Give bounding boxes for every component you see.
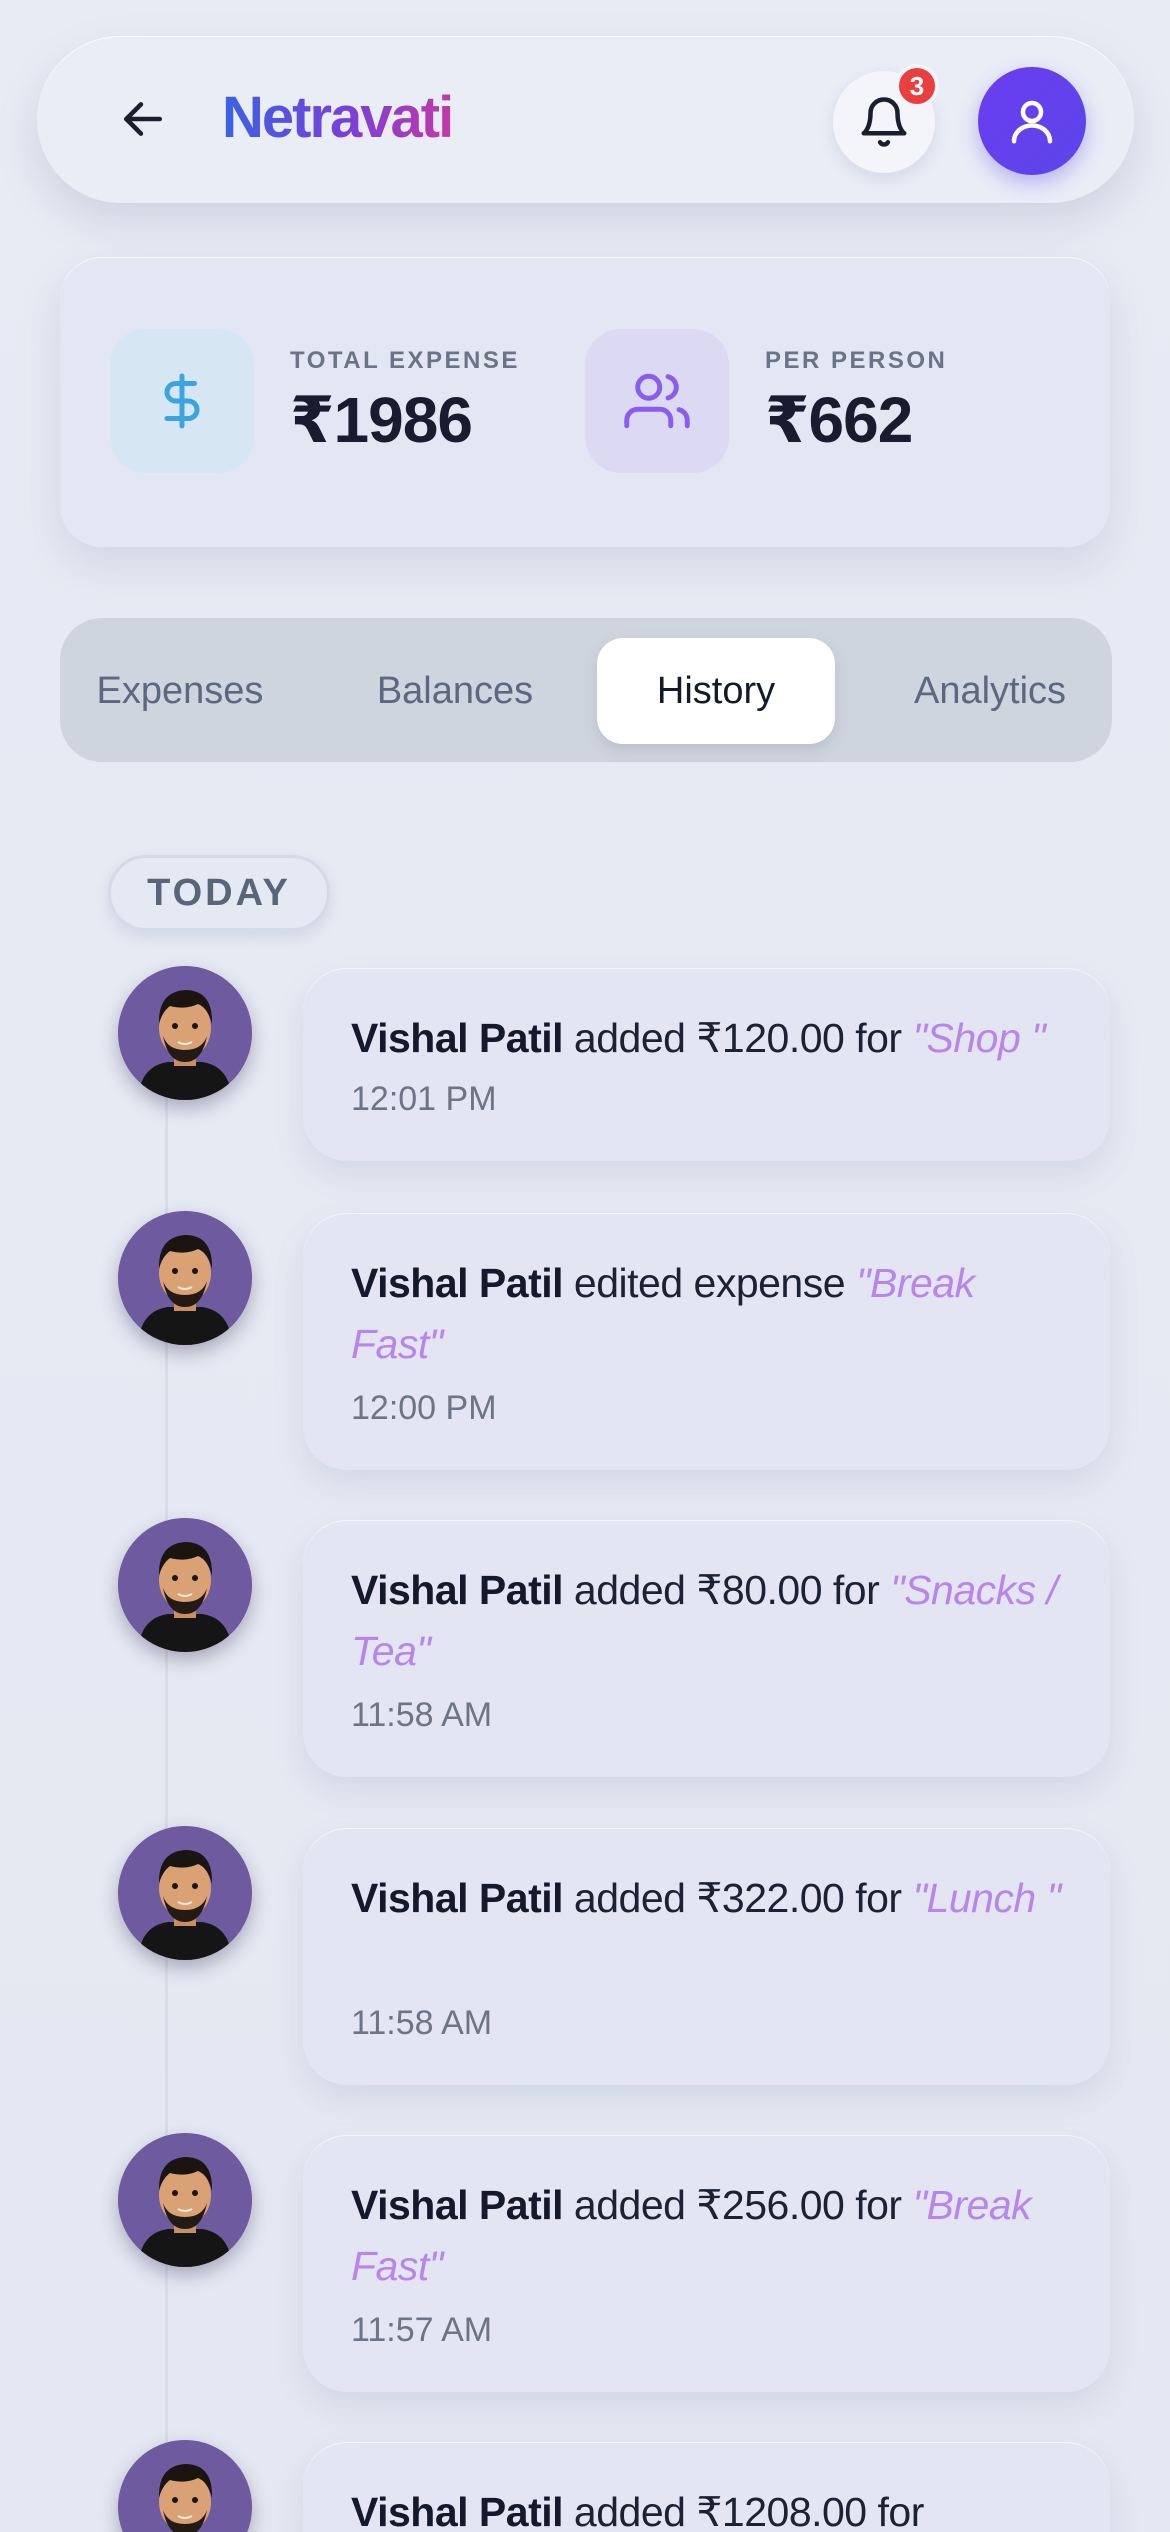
user-avatar [118,966,252,1100]
tab-expenses[interactable]: Expenses [80,638,280,744]
entry-text: Vishal Patil added ₹256.00 for "Break Fa… [351,2175,1071,2297]
user-icon [1011,100,1053,144]
per-person-label: PER PERSON [765,347,948,374]
entry-time: 11:58 AM [351,1696,493,1734]
entry-action: added ₹120.00 for [573,1015,902,1061]
entry-text: Vishal Patil added ₹80.00 for "Snacks / … [351,1560,1071,1682]
group-title: Netravati [222,85,454,150]
entry-text: Vishal Patil edited expense "Break Fast" [351,1253,1071,1375]
per-person-value: ₹662 [765,384,913,456]
history-entry[interactable]: Vishal Patil added ₹256.00 for "Break Fa… [303,2135,1110,2392]
arrow-left-icon [124,102,162,136]
entry-user: Vishal Patil [351,1875,564,1921]
back-button[interactable] [107,83,179,155]
entry-item: "Shop " [912,1015,1046,1061]
user-avatar [118,2133,252,2267]
history-entry[interactable]: Vishal Patil added ₹120.00 for "Shop " 1… [303,968,1110,1161]
entry-user: Vishal Patil [351,2182,564,2228]
tab-analytics[interactable]: Analytics [880,638,1100,744]
profile-button[interactable] [978,67,1086,175]
entry-text: Vishal Patil added ₹322.00 for "Lunch " [351,1868,1071,1929]
entry-time: 11:58 AM [351,2004,493,2042]
entry-text: Vishal Patil added ₹1208.00 for [351,2482,1071,2532]
entry-action: added ₹256.00 for [573,2182,902,2228]
entry-time: 11:57 AM [351,2311,493,2349]
notification-badge: 3 [895,64,939,108]
history-entry[interactable]: Vishal Patil added ₹322.00 for "Lunch " … [303,1828,1110,2085]
total-expense-label: TOTAL EXPENSE [290,347,520,374]
user-avatar [118,2440,252,2532]
entry-action: added ₹80.00 for [573,1567,880,1613]
entry-item: "Lunch " [912,1875,1061,1921]
entry-text: Vishal Patil added ₹120.00 for "Shop " [351,1008,1071,1069]
entry-user: Vishal Patil [351,1567,564,1613]
day-label: TODAY [108,855,330,931]
entry-user: Vishal Patil [351,1015,564,1061]
entry-action: added ₹1208.00 for [573,2489,924,2532]
history-entry[interactable]: Vishal Patil edited expense "Break Fast"… [303,1213,1110,1470]
app-header: Netravati 3 [37,36,1134,203]
section-tabs: Expenses Balances History Analytics [60,618,1112,762]
tab-balances[interactable]: Balances [355,638,555,744]
summary-card: TOTAL EXPENSE ₹1986 PER PERSON ₹662 [60,257,1110,547]
total-expense-value: ₹1986 [290,384,473,456]
users-icon [585,329,729,473]
history-entry[interactable]: Vishal Patil added ₹1208.00 for [303,2442,1110,2532]
entry-user: Vishal Patil [351,1260,564,1306]
user-avatar [118,1518,252,1652]
entry-time: 12:01 PM [351,1080,497,1118]
entry-action: added ₹322.00 for [573,1875,902,1921]
entry-user: Vishal Patil [351,2489,564,2532]
user-avatar [118,1211,252,1345]
entry-action: edited expense [573,1260,846,1306]
tab-history[interactable]: History [597,638,835,744]
entry-time: 12:00 PM [351,1389,497,1427]
history-entry[interactable]: Vishal Patil added ₹80.00 for "Snacks / … [303,1520,1110,1777]
dollar-icon [110,329,254,473]
user-avatar [118,1826,252,1960]
